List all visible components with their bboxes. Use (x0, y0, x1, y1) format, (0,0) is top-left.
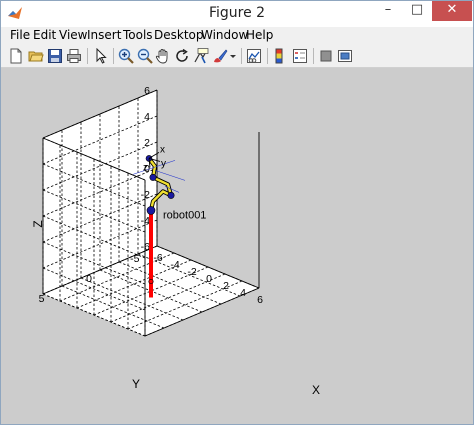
close-button[interactable]: ✕ (432, 1, 472, 21)
y-tick-label: 0 (86, 273, 92, 285)
zoom-in-icon[interactable] (118, 48, 134, 64)
x-tick-label: 4 (240, 287, 246, 299)
menu-edit[interactable]: Edit (33, 28, 56, 42)
x-axis-label: X (312, 383, 320, 397)
data-cursor-icon[interactable] (193, 48, 209, 64)
hide-plot-tools-icon[interactable] (318, 48, 334, 64)
z-tick-label: -6 (141, 241, 150, 253)
link-plot-icon[interactable] (246, 48, 262, 64)
print-icon[interactable] (66, 48, 82, 64)
robot-joint (167, 191, 175, 199)
z-axis-label: Z (31, 220, 45, 227)
chevron-down-icon[interactable] (228, 48, 238, 64)
z-tick-label: 4 (144, 111, 150, 123)
x-tick-label: 0 (206, 273, 212, 285)
new-figure-icon[interactable] (8, 48, 24, 64)
menu-insert[interactable]: Insert (87, 28, 121, 42)
z-tick-label: -2 (141, 189, 150, 201)
axes-3d[interactable]: -6-4-20246-6-4-20246-505 xyzrobot001 ZY X (0, 67, 472, 423)
legend-icon[interactable] (292, 48, 308, 64)
x-tick-label: -2 (187, 266, 196, 278)
z-tick-label: -4 (141, 215, 150, 227)
show-plot-tools-icon[interactable] (337, 48, 353, 64)
menu-view[interactable]: View (59, 28, 87, 42)
robot-joint (146, 206, 156, 215)
toolbar-separator (87, 48, 88, 64)
y-axis-label: Y (132, 377, 140, 391)
maximize-button[interactable]: □ (403, 1, 431, 21)
x-tick-label: 2 (223, 280, 229, 292)
y-tick-label: -5 (130, 253, 139, 265)
z-tick-label: 2 (144, 137, 150, 149)
x-tick-label: -6 (153, 252, 162, 264)
x-tick-label: 6 (257, 294, 263, 306)
pan-hand-icon[interactable] (155, 48, 171, 64)
menu-window[interactable]: Window (201, 28, 248, 42)
frame-label-y: y (161, 158, 166, 169)
toolbar-separator (267, 48, 268, 64)
menu-file[interactable]: File (10, 28, 30, 42)
minimize-button[interactable]: – (374, 1, 402, 21)
brush-icon[interactable] (212, 48, 228, 64)
zoom-out-icon[interactable] (137, 48, 153, 64)
menu-tools[interactable]: Tools (123, 28, 153, 42)
frame-label-z: z (143, 162, 148, 173)
frame-label-x: x (160, 144, 165, 155)
title-bar: Figure 2 – □ ✕ (1, 1, 473, 27)
edit-plot-arrow-icon[interactable] (93, 48, 109, 64)
open-file-icon[interactable] (28, 48, 44, 64)
y-tick-label: 5 (39, 293, 45, 305)
rotate-3d-icon[interactable] (174, 48, 190, 64)
menu-help[interactable]: Help (246, 28, 273, 42)
toolbar-separator (313, 48, 314, 64)
z-tick-label: 6 (144, 85, 150, 97)
robot-name-label: robot001 (163, 209, 206, 221)
toolbar-separator (241, 48, 242, 64)
menu-bar: File Edit View Insert Tools Desktop Wind… (1, 27, 473, 45)
save-icon[interactable] (47, 48, 63, 64)
menu-desktop[interactable]: Desktop (154, 28, 204, 42)
x-tick-label: -4 (170, 259, 179, 271)
toolbar-separator (113, 48, 114, 64)
robot-joint (149, 173, 157, 181)
figure-toolbar (1, 45, 473, 68)
colorbar-icon[interactable] (273, 48, 289, 64)
